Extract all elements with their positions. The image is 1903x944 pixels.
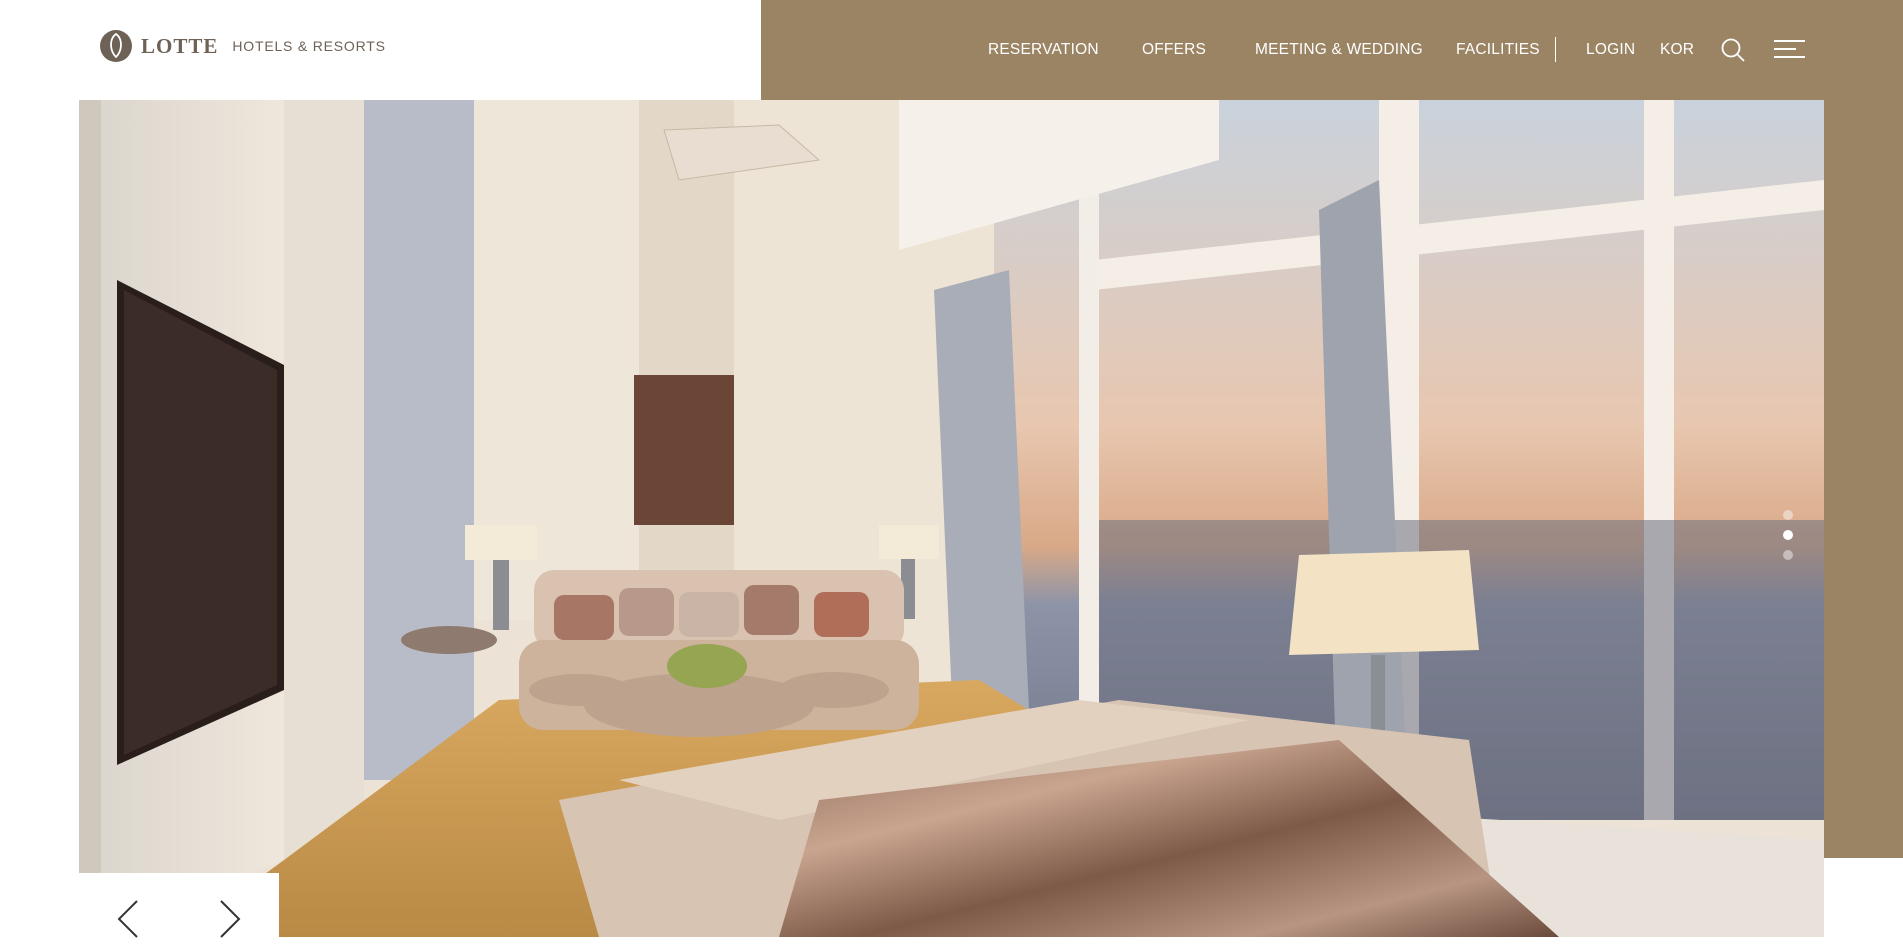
slider-dot-active[interactable] (1783, 530, 1793, 540)
nav-offers[interactable]: OFFERS (1142, 41, 1206, 59)
brand-logo[interactable]: LOTTE HOTELS & RESORTS (99, 29, 386, 63)
hero-image (79, 100, 1824, 937)
arrow-right-icon[interactable] (213, 899, 243, 939)
slider-dot[interactable] (1783, 550, 1793, 560)
slider-arrow-panel (79, 873, 279, 939)
slider-pagination (1783, 510, 1793, 560)
login-link[interactable]: LOGIN (1586, 41, 1635, 59)
brand-subtitle: HOTELS & RESORTS (232, 38, 386, 54)
search-icon[interactable] (1720, 37, 1746, 63)
nav-meeting-wedding[interactable]: MEETING & WEDDING (1255, 41, 1423, 59)
arrow-left-icon[interactable] (115, 899, 145, 939)
brand-name: LOTTE (141, 33, 219, 58)
slider-dot[interactable] (1783, 510, 1793, 520)
language-switch[interactable]: KOR (1660, 41, 1694, 59)
nav-reservation[interactable]: RESERVATION (988, 41, 1099, 59)
lotte-logo-icon (100, 30, 132, 62)
hamburger-menu-icon[interactable] (1774, 39, 1805, 61)
nav-facilities[interactable]: FACILITIES (1456, 41, 1540, 59)
nav-divider (1555, 37, 1556, 62)
